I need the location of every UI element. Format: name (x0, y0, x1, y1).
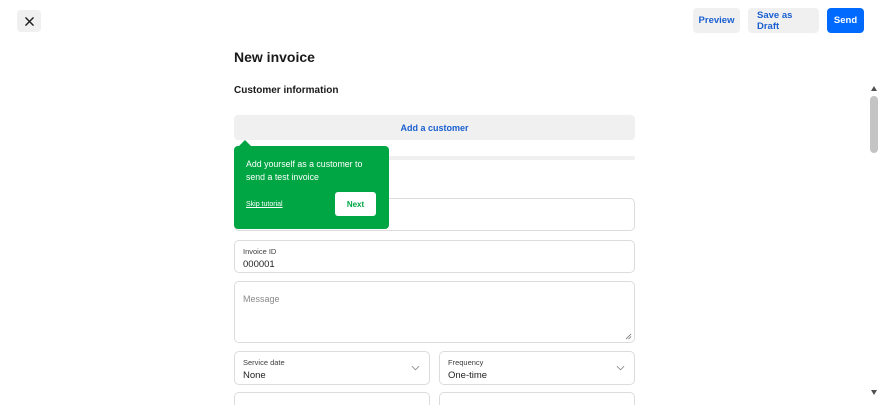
partial-field-right[interactable] (439, 392, 635, 405)
invoice-id-field[interactable]: Invoice ID 000001 (234, 240, 635, 273)
save-draft-button[interactable]: Save as Draft (748, 8, 819, 33)
customer-section-title: Customer information (234, 85, 339, 96)
scroll-up-icon[interactable] (871, 86, 877, 91)
skip-tutorial-link[interactable]: Skip tutorial (246, 201, 283, 208)
tooltip-arrow (239, 140, 251, 146)
chevron-down-icon (411, 365, 420, 371)
service-date-label: Service date (243, 358, 285, 367)
partial-field-left[interactable] (234, 392, 430, 405)
send-button[interactable]: Send (827, 8, 864, 33)
scrollbar-thumb[interactable] (870, 96, 878, 153)
scroll-down-icon[interactable] (871, 390, 877, 395)
close-icon (24, 16, 34, 26)
frequency-select[interactable]: Frequency One-time (439, 351, 635, 385)
message-textarea[interactable]: Message (234, 281, 635, 343)
tutorial-tooltip: Add yourself as a customer to send a tes… (234, 140, 389, 229)
page-title: New invoice (234, 49, 315, 65)
frequency-value: One-time (448, 370, 488, 381)
chevron-down-icon (616, 365, 625, 371)
add-customer-button[interactable]: Add a customer (234, 115, 635, 140)
invoice-id-value: 000001 (243, 259, 275, 270)
close-button[interactable] (17, 10, 41, 32)
service-date-select[interactable]: Service date None (234, 351, 430, 385)
next-button[interactable]: Next (335, 192, 376, 216)
invoice-id-label: Invoice ID (243, 247, 277, 256)
resize-handle-icon[interactable] (625, 333, 632, 340)
top-actions: Preview Save as Draft Send (693, 8, 864, 33)
preview-button[interactable]: Preview (693, 8, 740, 33)
tooltip-text: Add yourself as a customer to send a tes… (246, 159, 363, 182)
service-date-value: None (243, 370, 266, 381)
message-placeholder: Message (243, 294, 280, 304)
frequency-label: Frequency (448, 358, 484, 367)
